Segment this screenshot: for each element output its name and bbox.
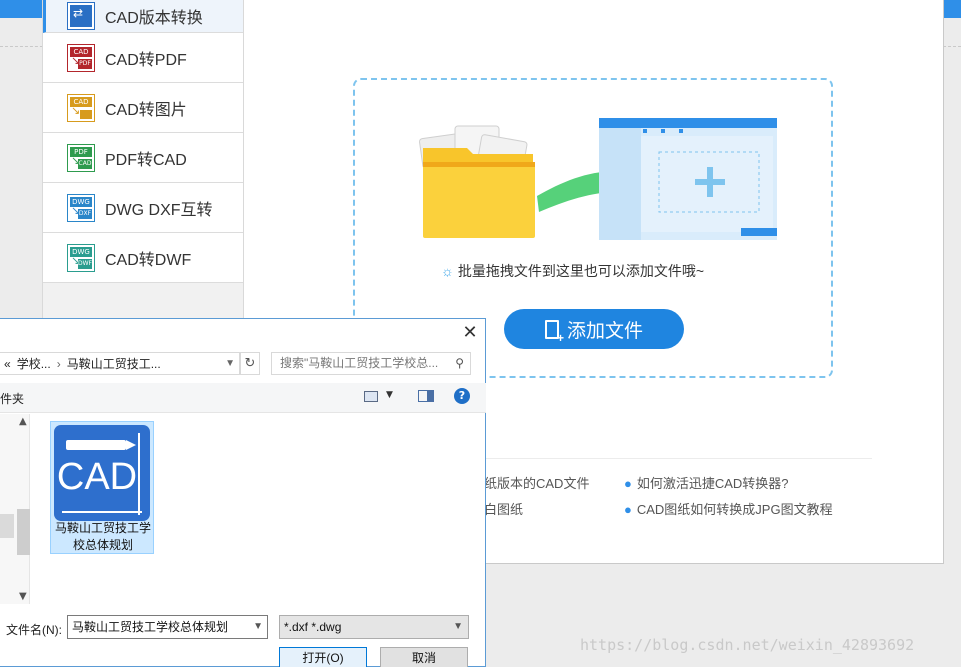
sidebar-item-pdf-to-cad[interactable]: PDF ↘ CAD PDF转CAD xyxy=(43,133,243,183)
breadcrumb-item[interactable]: 马鞍山工贸技工... xyxy=(67,355,161,372)
bullet-dot-icon: ● xyxy=(624,502,632,517)
chevron-down-icon[interactable]: ▼ xyxy=(386,390,393,400)
breadcrumb-overflow[interactable]: « xyxy=(4,357,11,371)
breadcrumb-separator: › xyxy=(56,356,61,371)
nav-pane-scrollbar[interactable]: ▲ ▼ xyxy=(0,414,30,604)
sidebar-item-cad-to-dwf[interactable]: DWG ↘ DWF CAD转DWF xyxy=(43,233,243,283)
close-icon[interactable]: ✕ xyxy=(458,321,482,345)
sidebar-item-cad-to-pdf[interactable]: CAD ↘ PDF CAD转PDF xyxy=(43,33,243,83)
sidebar-item-label: CAD转图片 xyxy=(105,101,187,119)
breadcrumb-item[interactable]: 学校... xyxy=(17,355,51,372)
pdf-to-cad-icon: PDF ↘ CAD xyxy=(67,143,95,172)
filename-input[interactable]: 马鞍山工贸技工学校总体规划 ▼ xyxy=(67,615,268,639)
faq-link-label: CAD图纸如何转换成JPG图文教程 xyxy=(636,502,833,517)
cad-to-pdf-icon: CAD ↘ PDF xyxy=(67,43,95,72)
filetype-value: *.dxf *.dwg xyxy=(284,620,342,634)
lightbulb-icon: ☼ xyxy=(441,263,454,279)
refresh-icon[interactable]: ↻ xyxy=(240,352,260,375)
chevron-down-icon[interactable]: ▼ xyxy=(225,358,235,369)
cad-to-dwf-icon: DWG ↘ DWF xyxy=(67,243,95,272)
bullet-dot-icon: ● xyxy=(624,476,632,491)
sidebar-list: ⇄ CAD版本转换 CAD ↘ PDF CAD转PDF CAD ↘ CAD转图片… xyxy=(43,0,243,283)
filename-label: 文件名(N): xyxy=(6,623,62,637)
drag-to-window-illustration xyxy=(419,118,777,240)
sidebar-item-label: CAD版本转换 xyxy=(105,10,203,27)
faq-link-label: 如何激活迅捷CAD转换器? xyxy=(636,476,789,491)
faq-link-jpg-tutorial[interactable]: ● CAD图纸如何转换成JPG图文教程 xyxy=(624,499,833,518)
scrollbar-thumb[interactable] xyxy=(17,509,30,555)
open-file-dialog: ✕ « 学校... › 马鞍山工贸技工... ▼ ↻ 搜索"马鞍山工贸技工学校总… xyxy=(0,318,486,667)
new-folder-button[interactable]: 件夹 xyxy=(0,390,24,407)
search-placeholder: 搜索"马鞍山工贸技工学校总... xyxy=(280,356,439,370)
search-icon[interactable]: ⚲ xyxy=(455,353,464,374)
faq-link-left-1[interactable]: 纸版本的CAD文件 xyxy=(484,473,589,492)
add-file-icon xyxy=(544,319,564,345)
dialog-toolbar: 件夹 ▼ ? xyxy=(0,383,486,413)
file-name-label: 马鞍山工贸技工学校总体规划 xyxy=(54,521,151,552)
help-icon[interactable]: ? xyxy=(454,388,470,404)
add-file-label: 添加文件 xyxy=(566,320,643,342)
cad-version-convert-icon: ⇄ xyxy=(67,2,95,30)
faq-link-activate[interactable]: ● 如何激活迅捷CAD转换器? xyxy=(624,473,789,492)
drag-hint: ☼ 批量拖拽文件到这里也可以添加文件哦~ xyxy=(441,261,771,281)
file-item-selected[interactable]: CAD 马鞍山工贸技工学校总体规划 xyxy=(50,421,154,554)
preview-pane-icon[interactable] xyxy=(418,390,434,402)
nav-selected-item[interactable] xyxy=(0,514,14,538)
scroll-down-icon[interactable]: ▼ xyxy=(19,591,27,602)
open-button[interactable]: 打开(O) xyxy=(279,647,367,667)
sidebar-item-cad-to-image[interactable]: CAD ↘ CAD转图片 xyxy=(43,83,243,133)
sidebar-item-label: CAD转DWF xyxy=(105,251,192,269)
cancel-button[interactable]: 取消 xyxy=(380,647,468,667)
drag-hint-text: 批量拖拽文件到这里也可以添加文件哦~ xyxy=(457,263,705,279)
add-file-button[interactable]: 添加文件 xyxy=(504,309,684,349)
sidebar-item-label: PDF转CAD xyxy=(105,151,187,169)
scroll-up-icon[interactable]: ▲ xyxy=(19,416,27,427)
cad-icon-text: CAD xyxy=(56,456,138,498)
sidebar-item-dwg-dxf-convert[interactable]: DWG ↘ DXF DWG DXF互转 xyxy=(43,183,243,233)
sidebar-item-label: DWG DXF互转 xyxy=(105,201,213,219)
view-mode-icon[interactable] xyxy=(364,391,378,402)
app-titlebar-left xyxy=(0,0,42,18)
dwg-dxf-convert-icon: DWG ↘ DXF xyxy=(67,193,95,222)
cad-to-image-icon: CAD ↘ xyxy=(67,93,95,122)
chevron-down-icon: ▼ xyxy=(453,621,463,632)
faq-divider xyxy=(480,458,872,459)
sidebar-item-cad-version-convert[interactable]: ⇄ CAD版本转换 xyxy=(43,0,243,33)
app-titlebar-right xyxy=(944,0,961,18)
search-input[interactable]: 搜索"马鞍山工贸技工学校总... ⚲ xyxy=(271,352,471,375)
faq-link-left-2[interactable]: 白图纸 xyxy=(484,499,523,518)
sidebar-item-label: CAD转PDF xyxy=(105,51,187,69)
filename-value: 马鞍山工贸技工学校总体规划 xyxy=(72,620,229,634)
filetype-select[interactable]: *.dxf *.dwg ▼ xyxy=(279,615,469,639)
address-bar[interactable]: « 学校... › 马鞍山工贸技工... ▼ xyxy=(0,352,240,375)
chevron-down-icon[interactable]: ▼ xyxy=(253,616,263,638)
watermark: https://blog.csdn.net/weixin_42893692 xyxy=(580,636,915,654)
cad-file-icon: CAD xyxy=(54,425,150,521)
